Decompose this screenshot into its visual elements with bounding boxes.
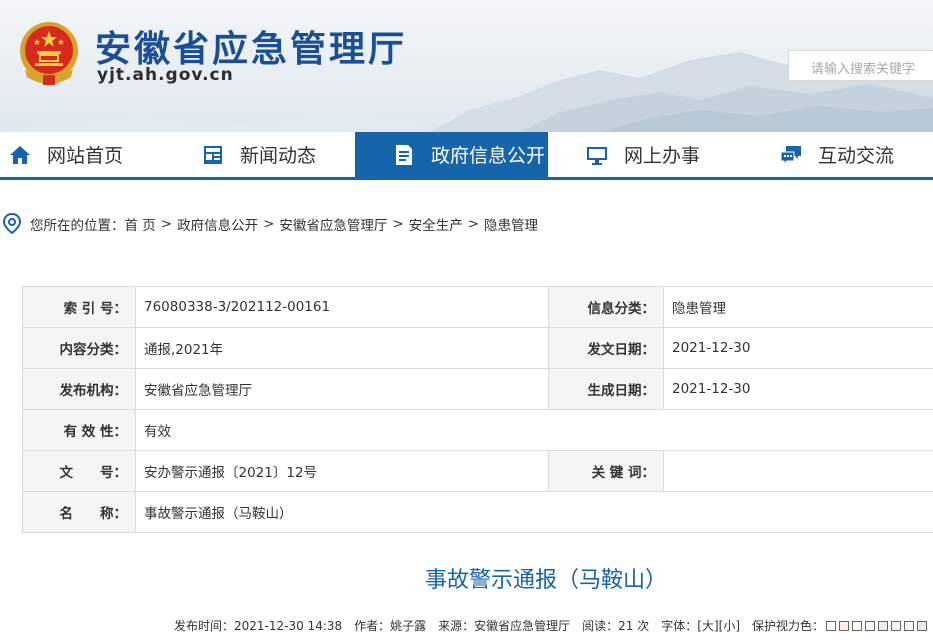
document-info-table: 索 引 号： 76080338-3/202112-00161 信息分类： 隐患管…	[22, 286, 933, 533]
location-pin-icon	[2, 213, 22, 235]
nav-item-interaction[interactable]: 互动交流	[738, 132, 933, 177]
category-label: 信息分类：	[548, 286, 664, 328]
nav-item-news[interactable]: 新闻动态	[190, 132, 355, 177]
table-row: 发布机构： 安徽省应急管理厅 生成日期： 2021-12-30	[22, 368, 933, 410]
vision-color-label: 保护视力色：	[752, 619, 825, 633]
document-icon	[396, 144, 412, 165]
nav-item-home[interactable]: 网站首页	[0, 132, 190, 177]
home-icon	[10, 145, 30, 164]
breadcrumb-item-safety[interactable]: 安全生产	[409, 214, 463, 234]
breadcrumb-separator: >	[263, 216, 275, 232]
font-large-link[interactable]: [大]	[697, 617, 718, 634]
breadcrumb-item-hazard[interactable]: 隐患管理	[484, 214, 538, 234]
category-value: 隐患管理	[663, 286, 933, 328]
breadcrumb-separator: >	[392, 216, 404, 232]
main-nav: 网站首页 新闻动态 政府信息公开 网上办事 互动交流	[0, 132, 933, 180]
monitor-icon	[587, 146, 607, 165]
doc-name-value: 事故警示通报（马鞍山）	[135, 491, 933, 533]
content-category-label: 内容分类：	[22, 327, 136, 369]
doc-number-label: 文 号：	[22, 450, 136, 492]
breadcrumb-separator: >	[467, 216, 480, 232]
table-row: 名 称： 事故警示通报（马鞍山）	[22, 491, 933, 533]
font-small-link[interactable]: [小]	[719, 617, 740, 634]
publisher-value: 安徽省应急管理厅	[135, 368, 549, 410]
table-row: 内容分类： 通报,2021年 发文日期： 2021-12-30	[22, 327, 933, 369]
table-row: 文 号： 安办警示通报〔2021〕12号 关 键 词：	[22, 450, 933, 492]
vision-swatch-5[interactable]	[878, 620, 889, 631]
keywords-label: 关 键 词：	[548, 450, 664, 492]
table-row: 索 引 号： 76080338-3/202112-00161 信息分类： 隐患管…	[22, 286, 933, 328]
generated-date-label: 生成日期：	[548, 368, 664, 410]
vision-swatch-7[interactable]	[904, 620, 915, 631]
vision-swatch-2[interactable]	[839, 620, 850, 631]
source: 来源：安徽省应急管理厅	[438, 619, 571, 633]
site-domain: yjt.ah.gov.cn	[97, 65, 234, 85]
breadcrumb-item-department[interactable]: 安徽省应急管理厅	[279, 214, 387, 234]
breadcrumb-item-gov-info[interactable]: 政府信息公开	[177, 214, 258, 234]
generated-date-value: 2021-12-30	[663, 368, 933, 410]
nav-label: 网站首页	[47, 145, 124, 167]
chat-icon	[780, 145, 801, 165]
breadcrumb: 您所在的位置： 首 页 > 政府信息公开 > 安徽省应急管理厅 > 安全生产 >…	[0, 212, 538, 236]
issue-date-value: 2021-12-30	[663, 327, 933, 369]
news-icon	[204, 145, 222, 164]
validity-label: 有 效 性：	[22, 409, 136, 451]
content-category-value: 通报,2021年	[135, 327, 549, 369]
vision-swatch-8[interactable]	[917, 620, 928, 631]
nav-label: 政府信息公开	[431, 145, 546, 167]
vision-swatch-3[interactable]	[852, 620, 863, 631]
nav-item-online-service[interactable]: 网上办事	[548, 132, 738, 177]
publisher-label: 发布机构：	[22, 368, 136, 410]
doc-name-label: 名 称：	[22, 491, 136, 533]
table-row: 有 效 性： 有效	[22, 409, 933, 451]
article-title: 事故警示通报（马鞍山）	[424, 568, 667, 593]
search-input[interactable]: 请输入搜索关键字	[788, 50, 933, 81]
breadcrumb-prefix: 您所在的位置：	[30, 218, 125, 234]
nav-label: 新闻动态	[240, 145, 317, 167]
breadcrumb-item-home[interactable]: 首 页	[125, 214, 156, 234]
read-count: 阅读：21 次	[582, 619, 650, 633]
keywords-value	[663, 450, 933, 492]
author: 作者：姚子露	[354, 619, 427, 633]
publish-time: 发布时间：2021-12-30 14:38	[174, 619, 343, 633]
doc-number-value: 安办警示通报〔2021〕12号	[135, 450, 549, 492]
article-meta: 发布时间：2021-12-30 14:38 作者：姚子露 来源：安徽省应急管理厅…	[174, 617, 933, 634]
breadcrumb-separator: >	[160, 216, 173, 232]
issue-date-label: 发文日期：	[548, 327, 664, 369]
vision-swatch-6[interactable]	[891, 620, 902, 631]
validity-value: 有效	[135, 409, 933, 451]
nav-label: 网上办事	[624, 145, 701, 167]
nav-label: 互动交流	[818, 145, 895, 167]
vision-swatch-4[interactable]	[865, 620, 876, 631]
nav-item-gov-info[interactable]: 政府信息公开	[355, 132, 548, 177]
font-size-label: 字体：	[661, 619, 698, 633]
index-label: 索 引 号：	[22, 286, 136, 328]
index-value: 76080338-3/202112-00161	[135, 286, 549, 328]
vision-swatch-1[interactable]	[826, 620, 837, 631]
vision-color-swatches	[826, 620, 930, 631]
national-emblem-icon	[20, 22, 78, 85]
site-header: 安徽省应急管理厅 yjt.ah.gov.cn 请输入搜索关键字	[0, 0, 933, 132]
